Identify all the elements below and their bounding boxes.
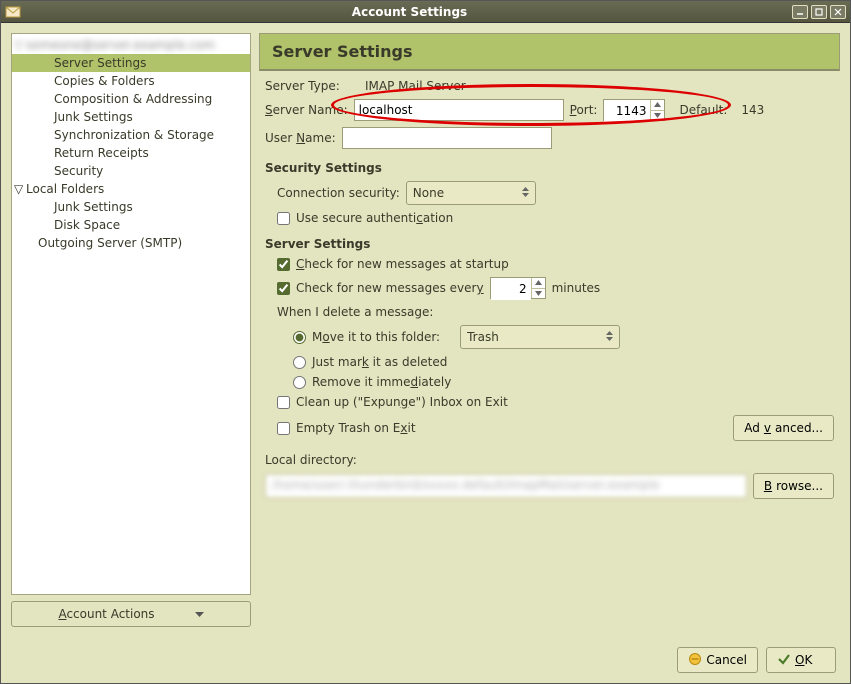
server-name-input[interactable] (354, 99, 564, 121)
spin-up-icon[interactable] (650, 100, 664, 111)
server-settings-section-title: Server Settings (265, 237, 834, 251)
tree-local-folders[interactable]: ▽Local Folders (12, 180, 250, 198)
panel-header: Server Settings (259, 33, 840, 71)
username-row: User Name: (265, 127, 834, 149)
check-startup-label: Check for new messages at startup (296, 257, 509, 271)
ok-button[interactable]: OK (766, 647, 836, 673)
port-input[interactable] (604, 100, 650, 122)
default-port-label: Default: (679, 103, 727, 117)
close-button[interactable] (830, 5, 846, 19)
account-actions-button[interactable]: Account Actions (11, 601, 251, 627)
empty-trash-label: Empty Trash on Exit (296, 421, 416, 435)
chevron-updown-icon (522, 186, 529, 200)
empty-trash-checkbox[interactable] (277, 422, 290, 435)
cleanup-checkbox[interactable] (277, 396, 290, 409)
server-name-row: Server Name: Port: Default: 143 (265, 99, 834, 121)
spin-up-icon[interactable] (531, 278, 545, 289)
port-spinner[interactable] (603, 99, 665, 121)
username-input[interactable] (342, 127, 552, 149)
local-dir-input[interactable]: /home/user/.thunderbird/xxxxx.default/Im… (265, 474, 747, 498)
mark-deleted-row[interactable]: Just mark it as deleted (293, 355, 834, 369)
username-label: User Name: (265, 131, 336, 145)
cleanup-label: Clean up ("Expunge") Inbox on Exit (296, 395, 508, 409)
cancel-label: Cancel (706, 653, 747, 667)
remove-imm-row[interactable]: Remove it immediately (293, 375, 834, 389)
dialog-footer: Cancel OK (1, 637, 850, 683)
sidebar: ▽someone@server.example.com Server Setti… (11, 33, 251, 627)
titlebar-buttons (792, 5, 846, 19)
remove-imm-radio[interactable] (293, 376, 306, 389)
check-every-input[interactable] (491, 278, 531, 300)
check-startup-row[interactable]: Check for new messages at startup (277, 257, 834, 271)
cleanup-row[interactable]: Clean up ("Expunge") Inbox on Exit (277, 395, 834, 409)
secure-auth-checkbox-row[interactable]: Use secure authentication (277, 211, 834, 225)
server-name-label: Server Name: (265, 103, 348, 117)
tree-item-composition[interactable]: Composition & Addressing (12, 90, 250, 108)
check-icon (777, 652, 791, 669)
chevron-down-icon: ▽ (14, 38, 24, 52)
move-folder-label: Move it to this folder: (312, 330, 440, 344)
tree-item-copies-folders[interactable]: Copies & Folders (12, 72, 250, 90)
browse-button[interactable]: Browse... (753, 473, 834, 499)
spin-down-icon[interactable] (531, 289, 545, 299)
server-type-label: Server Type: (265, 79, 359, 93)
chevron-down-icon (195, 607, 204, 621)
tree-item-security[interactable]: Security (12, 162, 250, 180)
secure-auth-checkbox[interactable] (277, 212, 290, 225)
account-tree[interactable]: ▽someone@server.example.com Server Setti… (11, 33, 251, 595)
conn-security-label: Connection security: (277, 186, 400, 200)
check-every-row[interactable]: Check for new messages every minutes (277, 277, 834, 299)
envelope-icon (5, 4, 21, 20)
trash-folder-select[interactable]: Trash (460, 325, 620, 349)
conn-security-value: None (413, 186, 444, 200)
move-folder-radio[interactable] (293, 331, 306, 344)
move-folder-row[interactable]: Move it to this folder: Trash (293, 325, 834, 349)
tree-item-return-receipts[interactable]: Return Receipts (12, 144, 250, 162)
server-type-row: Server Type: IMAP Mail Server (265, 79, 834, 93)
spin-down-icon[interactable] (650, 111, 664, 121)
server-type-value: IMAP Mail Server (365, 79, 466, 93)
ok-label: OK (795, 653, 812, 667)
trash-folder-value: Trash (467, 330, 499, 344)
remove-imm-label: Remove it immediately (312, 375, 451, 389)
cancel-icon (688, 652, 702, 669)
tree-item-local-junk[interactable]: Junk Settings (12, 198, 250, 216)
security-section-title: Security Settings (265, 161, 834, 175)
chevron-down-icon: ▽ (14, 182, 24, 196)
check-every-checkbox[interactable] (277, 282, 290, 295)
tree-item-server-settings[interactable]: Server Settings (12, 54, 250, 72)
maximize-button[interactable] (811, 5, 827, 19)
check-startup-checkbox[interactable] (277, 258, 290, 271)
titlebar[interactable]: Account Settings (1, 1, 850, 23)
account-actions-label: Account Actions (58, 607, 154, 621)
local-dir-label: Local directory: (265, 453, 834, 467)
window-title: Account Settings (27, 5, 792, 19)
chevron-updown-icon (606, 330, 613, 344)
tree-item-sync-storage[interactable]: Synchronization & Storage (12, 126, 250, 144)
check-every-post-label: minutes (552, 281, 601, 295)
minimize-button[interactable] (792, 5, 808, 19)
conn-security-row: Connection security: None (277, 181, 834, 205)
cancel-button[interactable]: Cancel (677, 647, 758, 673)
delete-msg-label: When I delete a message: (277, 305, 834, 319)
tree-item-disk-space[interactable]: Disk Space (12, 216, 250, 234)
tree-account-root[interactable]: ▽someone@server.example.com (12, 36, 250, 54)
tree-outgoing-server[interactable]: Outgoing Server (SMTP) (12, 234, 250, 252)
conn-security-select[interactable]: None (406, 181, 536, 205)
port-label: Port: (570, 103, 598, 117)
check-every-pre-label: Check for new messages every (296, 281, 484, 295)
mark-deleted-label: Just mark it as deleted (312, 355, 447, 369)
check-every-spinner[interactable] (490, 277, 546, 299)
default-port-value: 143 (741, 103, 764, 117)
empty-trash-row[interactable]: Empty Trash on Exit (277, 421, 416, 435)
mark-deleted-radio[interactable] (293, 356, 306, 369)
tree-item-junk-settings[interactable]: Junk Settings (12, 108, 250, 126)
advanced-button[interactable]: Advanced... (733, 415, 834, 441)
main-panel: Server Settings Server Type: IMAP Mail S… (259, 33, 840, 627)
secure-auth-label: Use secure authentication (296, 211, 453, 225)
